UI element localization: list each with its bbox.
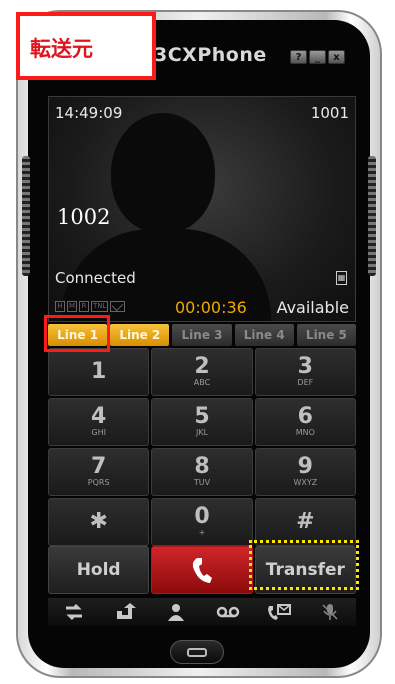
call-status: Connected (55, 269, 136, 287)
key-star[interactable]: ✱ (48, 498, 150, 546)
key-1[interactable]: 1 (48, 348, 150, 396)
key-digit: 3 (297, 354, 313, 379)
key-letters: GHI (91, 428, 106, 437)
key-digit: 9 (297, 454, 313, 479)
own-extension: 1001 (310, 104, 349, 122)
hold-button[interactable]: Hold (48, 546, 150, 594)
key-letters: JKL (195, 428, 209, 437)
minimize-button[interactable]: _ (309, 50, 326, 64)
switch-call-icon[interactable] (62, 602, 86, 622)
key-letters: ABC (193, 378, 211, 387)
key-9[interactable]: 9 WXYZ (254, 448, 356, 496)
bottom-toolbar (48, 598, 356, 626)
app-title: 3CXPhone (154, 44, 267, 66)
indicator-m: M (67, 301, 78, 312)
tab-line-2[interactable]: Line 2 (110, 324, 170, 346)
key-digit: 5 (194, 404, 210, 429)
hangup-button[interactable] (151, 546, 253, 594)
tab-line-5[interactable]: Line 5 (296, 324, 357, 346)
indicator-h: H (55, 301, 65, 312)
message-icon[interactable] (267, 602, 291, 622)
origin-annotation-label: 転送元 (30, 37, 93, 61)
key-6[interactable]: 6 MNO (254, 398, 356, 446)
presence-status[interactable]: Available (277, 298, 349, 317)
right-side-grip (368, 156, 376, 276)
window-controls: ? _ x (290, 50, 345, 64)
call-timer: 00:00:36 (175, 298, 247, 317)
key-digit: 6 (297, 404, 313, 429)
phone-handset-icon (192, 558, 212, 583)
key-letters: DEF (297, 378, 314, 387)
indicator-tnl: TNL (91, 301, 109, 312)
left-side-grip (22, 156, 30, 276)
key-letters: + (198, 528, 206, 537)
key-letters: WXYZ (293, 478, 318, 487)
key-digit: 7 (91, 454, 107, 479)
key-5[interactable]: 5 JKL (151, 398, 253, 446)
close-button[interactable]: x (328, 50, 345, 64)
avatar-head-silhouette (111, 113, 215, 233)
key-letters: PQRS (87, 478, 110, 487)
home-square-icon (187, 648, 207, 657)
key-8[interactable]: 8 TUV (151, 448, 253, 496)
key-0[interactable]: 0 + (151, 498, 253, 546)
key-2[interactable]: 2 ABC (151, 348, 253, 396)
clock-time: 14:49:09 (55, 104, 123, 122)
key-letters: MNO (295, 428, 315, 437)
mail-indicator-icon (110, 301, 126, 312)
key-letters: TUV (193, 478, 211, 487)
home-button[interactable] (170, 640, 224, 664)
key-digit: ✱ (89, 509, 108, 534)
tab-line-4[interactable]: Line 4 (234, 324, 294, 346)
caller-number: 1002 (57, 205, 111, 229)
key-digit: # (296, 509, 315, 534)
key-digit: 1 (91, 359, 107, 384)
line1-annotation-box (44, 315, 110, 352)
key-hash[interactable]: # (254, 498, 356, 546)
voicemail-icon[interactable] (216, 602, 240, 622)
key-digit: 2 (194, 354, 210, 379)
key-digit: 0 (194, 504, 210, 529)
dial-keypad: 1 2 ABC 3 DEF 4 GHI 5 JKL 6 MNO 7 PQRS 8 TUV 9W… (48, 348, 356, 546)
sim-card-icon: ▦ (336, 271, 347, 285)
mute-icon[interactable] (318, 602, 342, 622)
indicator-row: H M R TNL (55, 301, 126, 312)
tab-line-3[interactable]: Line 3 (172, 324, 232, 346)
transfer-annotation-box (249, 540, 359, 590)
forward-icon[interactable] (113, 602, 137, 622)
call-display: 14:49:09 1001 1002 Connected ▦ H M R TNL… (48, 96, 356, 322)
key-digit: 4 (91, 404, 107, 429)
key-digit: 8 (194, 454, 210, 479)
key-4[interactable]: 4 GHI (48, 398, 150, 446)
contacts-icon[interactable] (164, 602, 188, 622)
help-button[interactable]: ? (290, 50, 307, 64)
key-3[interactable]: 3 DEF (254, 348, 356, 396)
key-7[interactable]: 7 PQRS (48, 448, 150, 496)
indicator-r: R (79, 301, 90, 312)
